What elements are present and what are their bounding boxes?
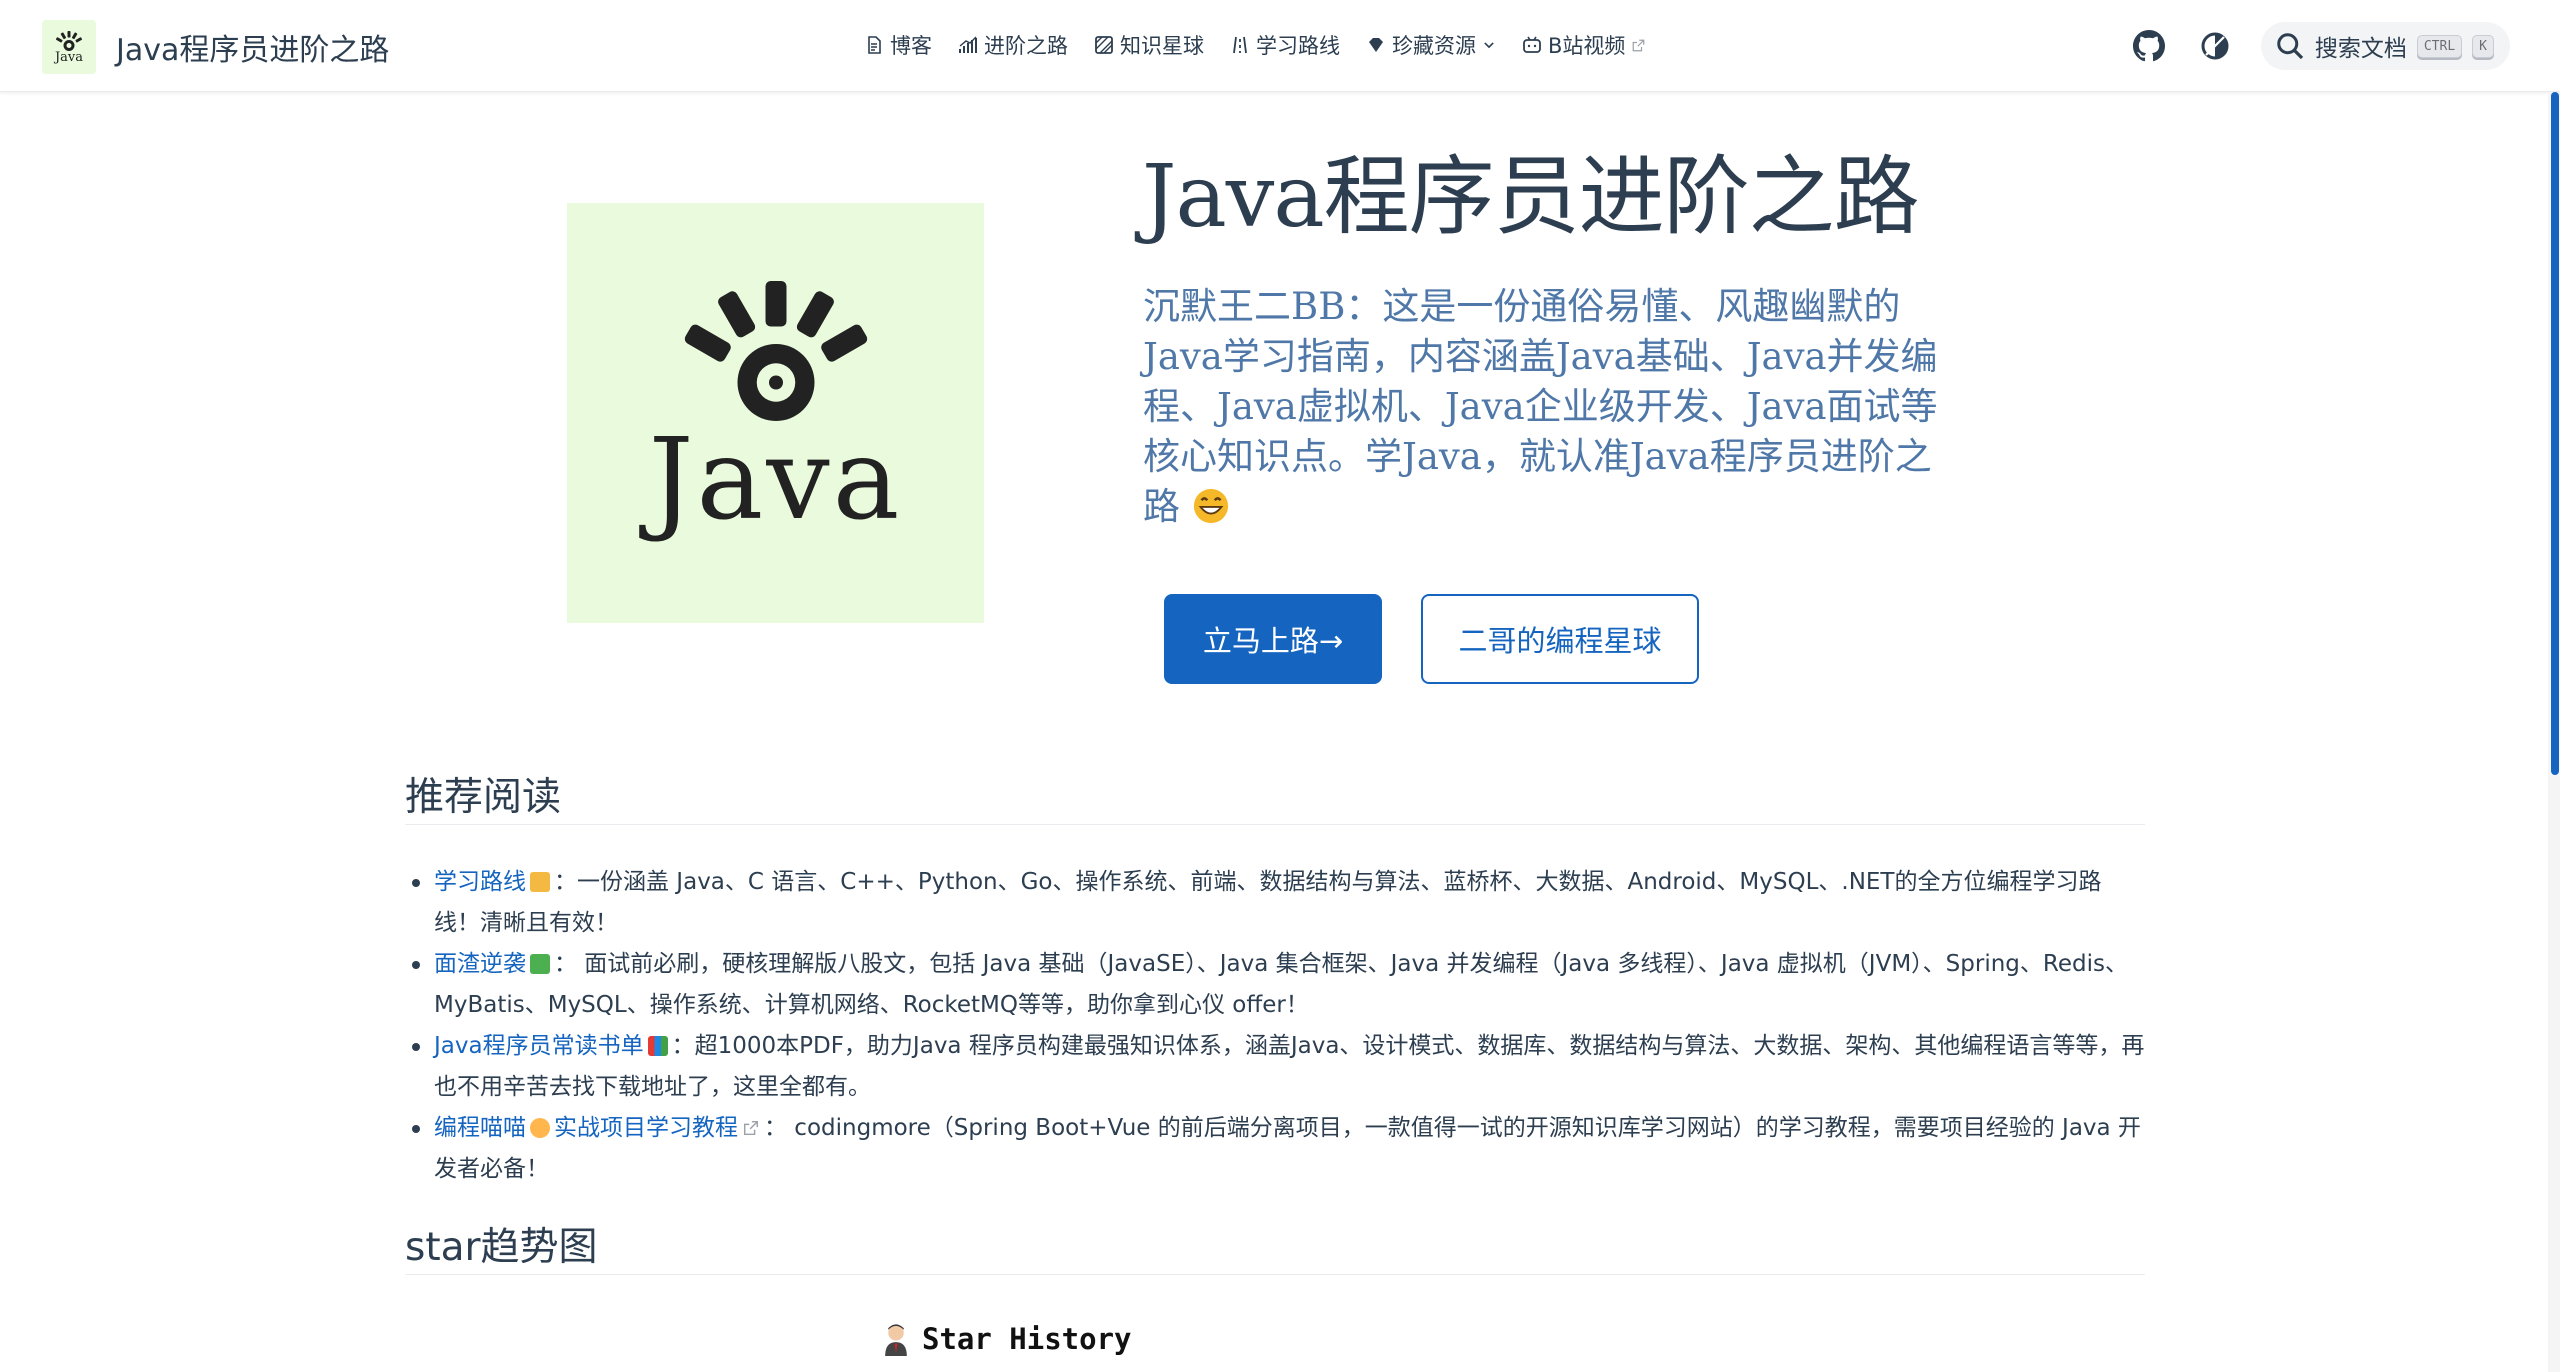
section-divider [405,824,2145,825]
top-navbar: Java Java程序员进阶之路 博客 进阶之路 知识星球 学习路线 珍藏资源 … [0,0,2560,92]
nav-item-bilibili[interactable]: B站视频 [1522,30,1646,60]
nav-item-advance[interactable]: 进阶之路 [958,30,1068,60]
chart-icon [959,36,977,53]
codingmore-link[interactable]: 编程喵喵 [434,1115,526,1141]
section-divider [405,1274,2145,1275]
external-link-icon [743,1120,759,1136]
section-heading-recommended: 推荐阅读 [405,775,562,820]
search-label: 搜索文档 [2314,36,2407,62]
hero-description: 沉默王二BB：这是一份通俗易懂、风趣幽默的Java学习指南，内容涵盖Java基础… [1143,282,1963,532]
github-link[interactable] [2129,26,2169,66]
green-book-icon [530,954,550,974]
interview-link[interactable]: 面渣逆袭 [434,951,526,977]
cat-face-icon [530,1118,550,1138]
roadmap-link[interactable]: 学习路线 [434,869,526,895]
hero-description-text: 沉默王二BB：这是一份通俗易懂、风趣幽默的Java学习指南，内容涵盖Java基础… [1143,285,1938,528]
list-item-text: ：超1000本PDF，助力Java 程序员构建最强知识体系，涵盖Java、设计模… [434,1033,2145,1100]
project-tutorial-link[interactable]: 实战项目学习教程 [554,1115,738,1141]
star-history-header: Star History [880,1322,1132,1356]
avatar-icon [885,1324,907,1356]
list-item: Java程序员常读书单 ：超1000本PDF，助力Java 程序员构建最强知识体系… [405,1026,2145,1108]
tv-icon [1523,36,1541,53]
github-icon [2132,30,2165,62]
pointing-hand-icon [530,872,550,892]
external-link-icon [1633,39,1645,51]
planet-button[interactable]: 二哥的编程星球 [1421,594,1699,684]
hero-title: Java程序员进阶之路 [1142,147,1920,247]
planet-icon [1095,36,1113,54]
grinning-emoji-icon [1193,488,1228,524]
list-item-text: ： 面试前必刷，硬核理解版八股文，包括 Java 基础（JavaSE）、Java… [434,951,2128,1018]
star-history-title: Star History [922,1322,1132,1356]
eye-logo-icon [55,30,83,51]
books-icon [647,1036,668,1056]
nav-item-label: 学习路线 [1256,34,1340,58]
nav-item-blog[interactable]: 博客 [864,30,932,60]
nav-item-label: 珍藏资源 [1392,34,1476,58]
get-started-button[interactable]: 立马上路→ [1164,594,1382,684]
document-icon [868,36,881,54]
diamond-icon [1369,38,1383,52]
brand-logo: Java [42,20,96,74]
nav-item-label: 进阶之路 [984,34,1068,58]
search-button[interactable]: 搜索文档 CTRL K [2260,22,2510,70]
hero-logo-text: Java [648,415,903,545]
chevron-down-icon [1484,42,1494,49]
booklist-link[interactable]: Java程序员常读书单 [434,1033,644,1059]
hero-logo-image: Java [567,203,984,623]
section-heading-star-trend: star趋势图 [405,1225,598,1270]
brand-home-link[interactable]: Java Java程序员进阶之路 [42,20,389,74]
recommended-list: 学习路线 ：一份涵盖 Java、C 语言、C++、Python、Go、操作系统、前… [405,862,2145,1190]
nav-item-label: 博客 [890,34,932,58]
kbd-ctrl: CTRL [2416,34,2463,58]
list-item-text: ：一份涵盖 Java、C 语言、C++、Python、Go、操作系统、前端、数据… [434,869,2102,936]
nav-item-resources[interactable]: 珍藏资源 [1366,30,1496,60]
list-item: 面渣逆袭： 面试前必刷，硬核理解版八股文，包括 Java 基础（JavaSE）、… [405,944,2145,1026]
nav-right-tools: 搜索文档 CTRL K [2129,22,2510,70]
brand-logo-text: Java [54,49,84,65]
kbd-k: K [2472,34,2494,58]
nav-links: 博客 进阶之路 知识星球 学习路线 珍藏资源 B站视频 [864,30,1646,60]
nav-item-roadmap[interactable]: 学习路线 [1230,30,1340,60]
nav-item-planet[interactable]: 知识星球 [1094,30,1204,60]
list-item: 编程喵喵 实战项目学习教程： codingmore（Spring Boot+Vue… [405,1108,2145,1190]
scrollbar-thumb[interactable] [2551,92,2559,775]
route-icon [1233,36,1247,54]
site-title: Java程序员进阶之路 [116,33,390,68]
theme-toggle-icon [2201,32,2229,60]
nav-item-label: 知识星球 [1120,34,1204,58]
nav-item-label: B站视频 [1548,34,1626,58]
theme-toggle[interactable] [2195,26,2235,66]
list-item: 学习路线 ：一份涵盖 Java、C 语言、C++、Python、Go、操作系统、前… [405,862,2145,944]
search-icon [2277,33,2304,60]
eye-logo-icon [684,281,867,421]
